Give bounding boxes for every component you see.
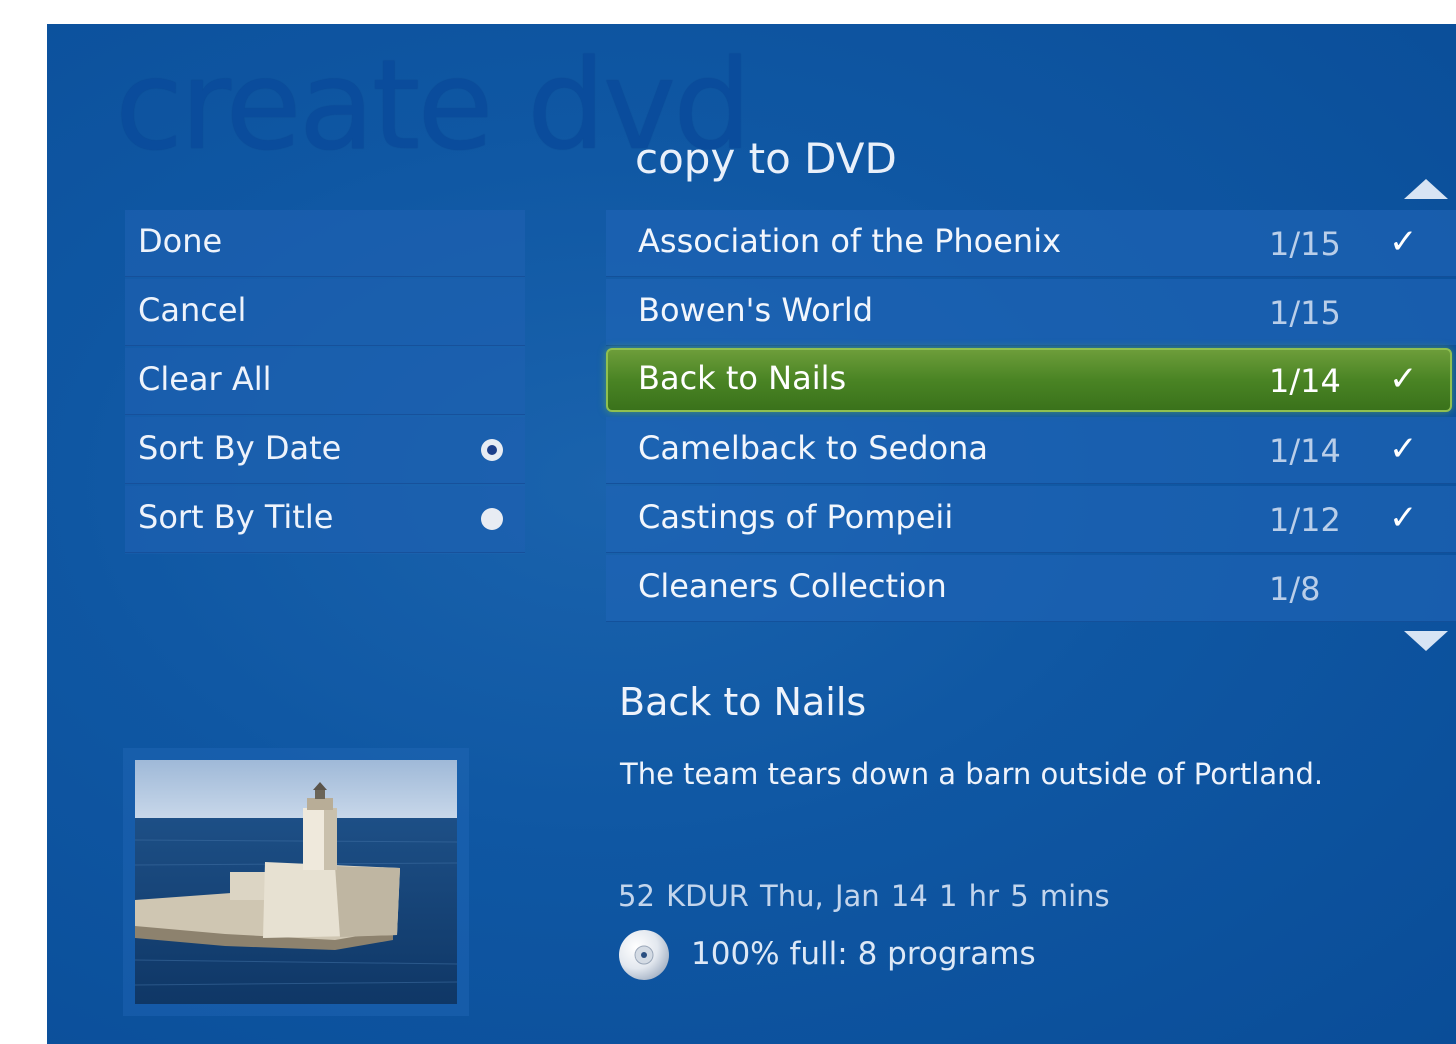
radio-unselected-icon[interactable] — [481, 508, 503, 530]
disc-status-text: 100% full: 8 programs — [691, 936, 1036, 972]
detail-metadata: 52 KDUR Thu, Jan 14 1 hr 5 mins — [618, 879, 1110, 913]
list-item[interactable]: Castings of Pompeii 1/12 ✓ — [606, 486, 1456, 553]
checkmark-icon: ✓ — [1389, 429, 1418, 469]
sort-by-date-label: Sort By Date — [138, 429, 342, 467]
detail-description: The team tears down a barn outside of Po… — [620, 757, 1324, 791]
clear-all-button[interactable]: Clear All — [125, 348, 525, 415]
program-date: 1/14 — [1269, 432, 1341, 470]
disc-capacity-status: 100% full: 8 programs — [618, 929, 1318, 981]
program-list: Association of the Phoenix 1/15 ✓ Bowen'… — [606, 210, 1456, 622]
scroll-up-icon[interactable] — [1404, 179, 1448, 199]
section-title: copy to DVD — [635, 134, 897, 183]
program-title: Cleaners Collection — [638, 567, 947, 605]
list-item[interactable]: Bowen's World 1/15 — [606, 279, 1456, 346]
list-item-focused[interactable]: Back to Nails 1/14 ✓ — [606, 348, 1452, 412]
cancel-button[interactable]: Cancel — [125, 279, 525, 346]
action-menu: Done Cancel Clear All Sort By Date Sort … — [125, 210, 525, 554]
cancel-label: Cancel — [138, 291, 247, 329]
checkmark-icon: ✓ — [1389, 359, 1418, 399]
list-item[interactable]: Association of the Phoenix 1/15 ✓ — [606, 210, 1456, 277]
program-thumbnail-frame — [123, 748, 469, 1016]
list-item[interactable]: Camelback to Sedona 1/14 ✓ — [606, 417, 1456, 484]
program-date: 1/15 — [1269, 225, 1341, 263]
scroll-down-icon[interactable] — [1404, 631, 1448, 651]
checkmark-icon: ✓ — [1389, 498, 1418, 538]
checkmark-icon: ✓ — [1389, 222, 1418, 262]
program-title: Castings of Pompeii — [638, 498, 954, 536]
radio-selected-icon[interactable] — [481, 439, 503, 461]
detail-title: Back to Nails — [619, 680, 867, 724]
clear-all-label: Clear All — [138, 360, 272, 398]
program-title: Bowen's World — [638, 291, 874, 329]
sort-by-title-option[interactable]: Sort By Title — [125, 486, 525, 553]
sort-by-title-label: Sort By Title — [138, 498, 334, 536]
program-date: 1/14 — [1269, 362, 1341, 400]
program-date: 1/8 — [1269, 570, 1321, 608]
dvd-disc-icon — [619, 930, 669, 980]
program-date: 1/12 — [1269, 501, 1341, 539]
done-button[interactable]: Done — [125, 210, 525, 277]
sort-by-date-option[interactable]: Sort By Date — [125, 417, 525, 484]
list-item[interactable]: Cleaners Collection 1/8 — [606, 555, 1456, 622]
lighthouse-thumbnail-image — [135, 760, 457, 1004]
program-date: 1/15 — [1269, 294, 1341, 332]
media-center-window: create dvd copy to DVD Done Cancel Clear… — [47, 24, 1456, 1044]
done-label: Done — [138, 222, 223, 260]
program-title: Association of the Phoenix — [638, 222, 1062, 260]
program-title: Camelback to Sedona — [638, 429, 988, 467]
program-title: Back to Nails — [638, 359, 847, 397]
